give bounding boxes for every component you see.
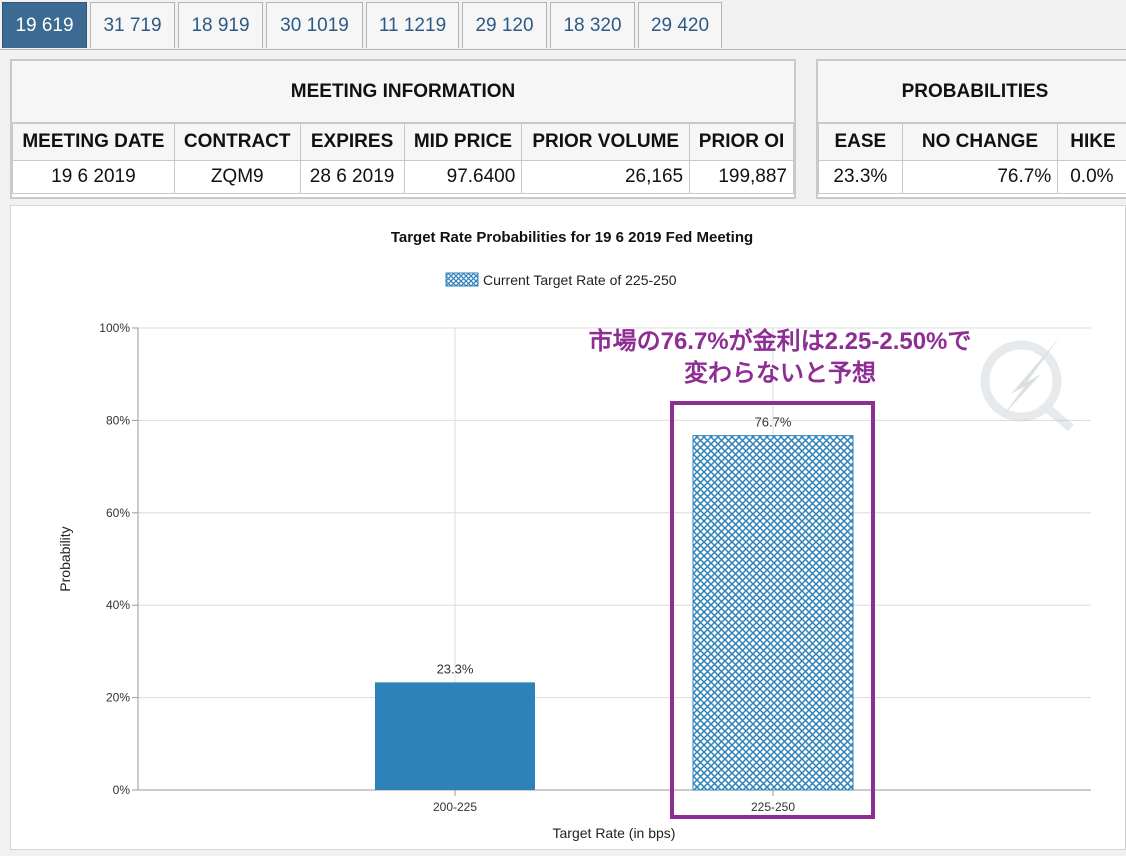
- col-contract: CONTRACT: [174, 124, 300, 161]
- y-tick-label: 100%: [99, 321, 130, 335]
- x-tick-label: 225-250: [751, 800, 795, 814]
- chart-title: Target Rate Probabilities for 19 6 2019 …: [391, 229, 753, 246]
- col-hike: HIKE: [1058, 124, 1126, 161]
- tab-meeting-7[interactable]: 18 320: [550, 2, 635, 48]
- col-mid-price: MID PRICE: [404, 124, 522, 161]
- tab-meeting-1[interactable]: 19 619: [2, 2, 87, 48]
- meeting-information-panel: MEETING INFORMATION MEETING DATE CONTRAC…: [10, 59, 796, 199]
- chart-container: Target Rate Probabilities for 19 6 2019 …: [10, 205, 1126, 850]
- y-tick-label: 60%: [106, 506, 130, 520]
- tab-meeting-4[interactable]: 30 1019: [266, 2, 363, 48]
- hike-value: 0.0%: [1058, 161, 1126, 194]
- probabilities-title: PROBABILITIES: [818, 61, 1126, 123]
- contract-value: ZQM9: [174, 161, 300, 194]
- meeting-date-value: 19 6 2019: [13, 161, 175, 194]
- bar-200-225: [375, 682, 535, 790]
- no-change-value: 76.7%: [902, 161, 1058, 194]
- expires-value: 28 6 2019: [300, 161, 404, 194]
- col-prior-oi: PRIOR OI: [690, 124, 794, 161]
- bar-225-250: [693, 436, 853, 790]
- tab-meeting-2[interactable]: 31 719: [90, 2, 175, 48]
- chart-grid: [138, 328, 1091, 790]
- watermark-logo-icon: [985, 338, 1071, 428]
- ease-value: 23.3%: [819, 161, 903, 194]
- col-expires: EXPIRES: [300, 124, 404, 161]
- table-row: 23.3% 76.7% 0.0%: [819, 161, 1126, 194]
- table-header-row: EASE NO CHANGE HIKE: [819, 124, 1126, 161]
- x-axis-label: Target Rate (in bps): [553, 825, 676, 841]
- y-axis-label: Probability: [57, 526, 73, 591]
- x-tick-label: 200-225: [433, 800, 477, 814]
- x-axis-ticks: 200-225 225-250: [433, 790, 795, 814]
- annotation-line-1: 市場の76.7%が金利は2.25-2.50%で: [589, 327, 972, 355]
- y-tick-label: 20%: [106, 691, 130, 705]
- probability-chart: Target Rate Probabilities for 19 6 2019 …: [11, 206, 1126, 851]
- meeting-information-title: MEETING INFORMATION: [12, 61, 794, 123]
- y-tick-label: 80%: [106, 413, 130, 427]
- col-no-change: NO CHANGE: [902, 124, 1058, 161]
- col-prior-volume: PRIOR VOLUME: [522, 124, 690, 161]
- y-axis-ticks: 0% 20% 40% 60% 80% 100%: [99, 321, 138, 797]
- tab-meeting-8[interactable]: 29 420: [638, 2, 722, 48]
- tab-meeting-6[interactable]: 29 120: [462, 2, 547, 48]
- table-header-row: MEETING DATE CONTRACT EXPIRES MID PRICE …: [13, 124, 794, 161]
- col-meeting-date: MEETING DATE: [13, 124, 175, 161]
- chart-legend: Current Target Rate of 225-250: [446, 272, 677, 288]
- tab-meeting-3[interactable]: 18 919: [178, 2, 263, 48]
- legend-label: Current Target Rate of 225-250: [483, 272, 677, 288]
- y-tick-label: 40%: [106, 598, 130, 612]
- mid-price-value: 97.6400: [404, 161, 522, 194]
- table-row: 19 6 2019 ZQM9 28 6 2019 97.6400 26,165 …: [13, 161, 794, 194]
- chart-bars: 23.3% 76.7%: [375, 415, 853, 790]
- y-tick-label: 0%: [113, 783, 131, 797]
- meeting-tabs: 19 619 31 719 18 919 30 1019 11 1219 29 …: [0, 0, 1126, 50]
- meeting-information-table: MEETING DATE CONTRACT EXPIRES MID PRICE …: [12, 123, 794, 194]
- prior-volume-value: 26,165: [522, 161, 690, 194]
- prior-oi-value: 199,887: [690, 161, 794, 194]
- bar-value-label: 76.7%: [755, 415, 792, 430]
- bar-value-label: 23.3%: [437, 661, 474, 676]
- annotation-line-2: 変わらないと予想: [684, 359, 876, 387]
- col-ease: EASE: [819, 124, 903, 161]
- tab-meeting-5[interactable]: 11 1219: [366, 2, 459, 48]
- probabilities-panel: PROBABILITIES EASE NO CHANGE HIKE 23.3% …: [816, 59, 1126, 199]
- legend-swatch: [446, 273, 478, 286]
- probabilities-table: EASE NO CHANGE HIKE 23.3% 76.7% 0.0%: [818, 123, 1126, 194]
